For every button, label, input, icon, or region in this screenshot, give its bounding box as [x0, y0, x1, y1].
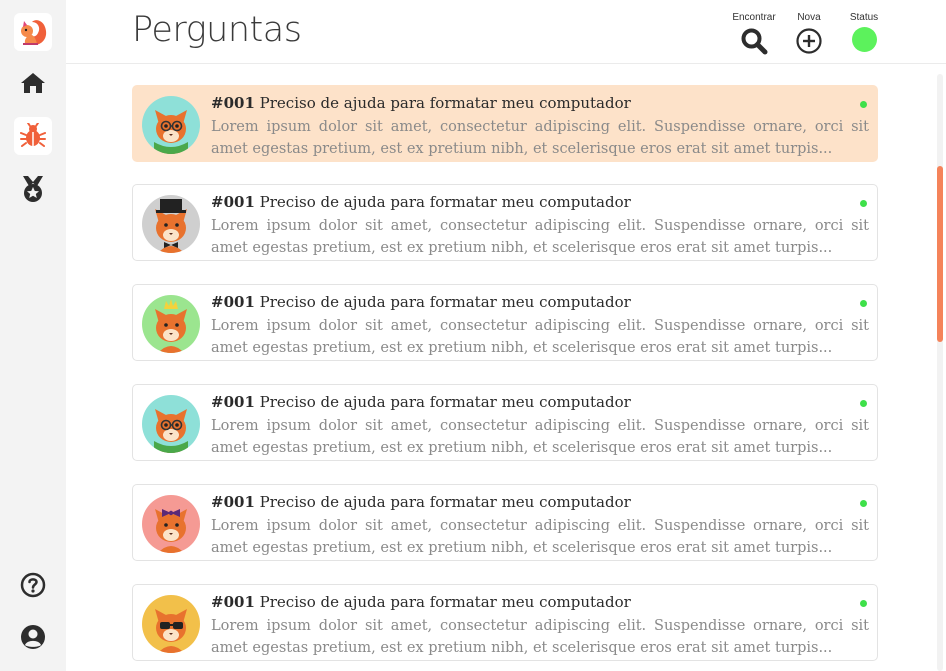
question-title-text: Preciso de ajuda para formatar meu compu…	[259, 193, 631, 211]
question-title: #001 Preciso de ajuda para formatar meu …	[211, 193, 631, 211]
main-content: Perguntas Encontrar Nova Status #001 Pre…	[66, 0, 946, 671]
question-number: #001	[211, 493, 255, 511]
question-title-text: Preciso de ajuda para formatar meu compu…	[259, 94, 631, 112]
online-status-dot	[860, 101, 867, 108]
question-title: #001 Preciso de ajuda para formatar meu …	[211, 393, 631, 411]
squirrel-logo-icon[interactable]	[14, 13, 52, 51]
question-title: #001 Preciso de ajuda para formatar meu …	[211, 94, 631, 112]
home-icon[interactable]	[14, 64, 52, 102]
page-title: Perguntas	[132, 10, 302, 50]
new-label: Nova	[797, 12, 821, 23]
sidebar	[0, 0, 66, 671]
online-status-dot	[860, 400, 867, 407]
avatar-squirrel-sunglasses	[142, 595, 200, 653]
find-button[interactable]: Encontrar	[724, 11, 784, 55]
user-circle-icon[interactable]	[14, 618, 52, 656]
question-number: #001	[211, 94, 255, 112]
avatar-squirrel-tophat-bowtie	[142, 195, 200, 253]
question-excerpt: Lorem ipsum dolor sit amet, consectetur …	[211, 218, 869, 256]
question-title: #001 Preciso de ajuda para formatar meu …	[211, 493, 631, 511]
question-excerpt: Lorem ipsum dolor sit amet, consectetur …	[211, 119, 869, 157]
new-question-button[interactable]: Nova	[779, 11, 839, 55]
online-status-dot	[860, 200, 867, 207]
avatar-squirrel-glasses-scarf	[142, 395, 200, 453]
question-card[interactable]: #001 Preciso de ajuda para formatar meu …	[132, 284, 878, 361]
header: Perguntas Encontrar Nova Status	[66, 0, 946, 64]
question-title-text: Preciso de ajuda para formatar meu compu…	[259, 593, 631, 611]
status-dot	[851, 27, 877, 52]
question-title-text: Preciso de ajuda para formatar meu compu…	[259, 393, 631, 411]
status-dot-wrap	[834, 27, 894, 52]
question-title: #001 Preciso de ajuda para formatar meu …	[211, 593, 631, 611]
scrollbar[interactable]	[937, 74, 943, 671]
question-title-text: Preciso de ajuda para formatar meu compu…	[259, 293, 631, 311]
question-excerpt: Lorem ipsum dolor sit amet, consectetur …	[211, 518, 869, 556]
question-excerpt: Lorem ipsum dolor sit amet, consectetur …	[211, 418, 869, 456]
question-number: #001	[211, 293, 255, 311]
avatar-squirrel-glasses-scarf	[142, 96, 200, 154]
question-card[interactable]: #001 Preciso de ajuda para formatar meu …	[132, 184, 878, 261]
find-label: Encontrar	[732, 12, 776, 23]
question-title-text: Preciso de ajuda para formatar meu compu…	[259, 493, 631, 511]
question-number: #001	[211, 193, 255, 211]
question-excerpt: Lorem ipsum dolor sit amet, consectetur …	[211, 618, 869, 656]
online-status-dot	[860, 300, 867, 307]
plus-circle-icon	[779, 27, 839, 55]
bug-icon[interactable]	[14, 117, 52, 155]
online-status-dot	[860, 600, 867, 607]
status-label: Status	[849, 12, 879, 23]
question-card[interactable]: #001 Preciso de ajuda para formatar meu …	[132, 384, 878, 461]
question-card[interactable]: #001 Preciso de ajuda para formatar meu …	[132, 484, 878, 561]
question-excerpt: Lorem ipsum dolor sit amet, consectetur …	[211, 318, 869, 356]
question-card[interactable]: #001 Preciso de ajuda para formatar meu …	[132, 584, 878, 661]
scrollbar-thumb[interactable]	[937, 166, 943, 342]
online-status-dot	[860, 500, 867, 507]
status-indicator[interactable]: Status	[834, 11, 894, 52]
medal-star-icon[interactable]	[14, 170, 52, 208]
avatar-squirrel-bow	[142, 495, 200, 553]
avatar-squirrel-crown	[142, 295, 200, 353]
question-title: #001 Preciso de ajuda para formatar meu …	[211, 293, 631, 311]
question-card[interactable]: #001 Preciso de ajuda para formatar meu …	[132, 85, 878, 162]
search-icon	[724, 27, 784, 55]
question-circle-icon[interactable]	[14, 566, 52, 604]
question-number: #001	[211, 593, 255, 611]
question-number: #001	[211, 393, 255, 411]
